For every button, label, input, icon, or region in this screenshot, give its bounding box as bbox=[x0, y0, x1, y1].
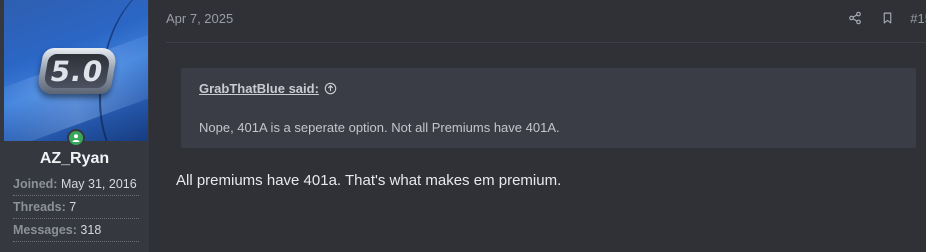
stat-threads: Threads: 7 bbox=[13, 196, 139, 219]
user-icon bbox=[72, 134, 80, 142]
post-actions: #15 bbox=[846, 9, 926, 27]
stat-joined: Joined: May 31, 2016 bbox=[13, 173, 139, 196]
stat-value: May 31, 2016 bbox=[60, 177, 137, 191]
post-message: All premiums have 401a. That's what make… bbox=[176, 172, 562, 189]
avatar-badge: 5.0 bbox=[35, 48, 119, 94]
post-number[interactable]: #15 bbox=[910, 11, 926, 26]
quote-author-link[interactable]: GrabThatBlue said: bbox=[199, 81, 337, 96]
username[interactable]: AZ_Ryan bbox=[0, 150, 149, 168]
avatar-badge-text: 5.0 bbox=[43, 54, 111, 88]
post-date[interactable]: Apr 7, 2025 bbox=[166, 11, 233, 26]
avatar[interactable]: 5.0 bbox=[4, 0, 148, 141]
stat-value: 318 bbox=[80, 223, 102, 237]
quote-text: Nope, 401A is a seperate option. Not all… bbox=[199, 120, 560, 135]
stat-label: Threads: bbox=[13, 200, 66, 214]
arrow-up-circle-icon[interactable] bbox=[324, 82, 337, 95]
stat-value: 7 bbox=[69, 200, 77, 214]
stat-label: Messages: bbox=[13, 223, 77, 237]
online-status-icon bbox=[67, 129, 85, 147]
stat-label: Joined: bbox=[13, 177, 58, 191]
stat-messages: Messages: 318 bbox=[13, 219, 139, 242]
header-divider bbox=[166, 42, 926, 43]
bookmark-icon[interactable] bbox=[878, 9, 896, 27]
quote-block: GrabThatBlue said: Nope, 401A is a seper… bbox=[181, 68, 916, 148]
user-panel: 5.0 AZ_Ryan Joined: May 31, 2016 Threads… bbox=[0, 0, 149, 252]
share-icon[interactable] bbox=[846, 9, 864, 27]
quote-author[interactable]: GrabThatBlue said: bbox=[199, 81, 319, 96]
